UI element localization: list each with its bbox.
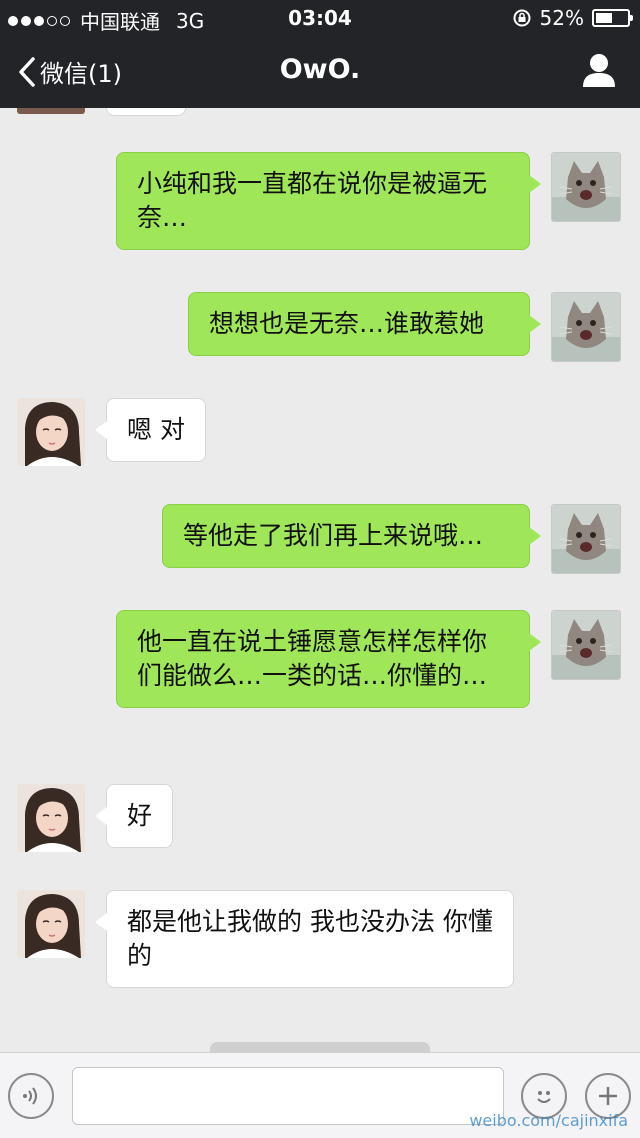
message-bubble[interactable]: 好 bbox=[94, 784, 174, 848]
contact-avatar[interactable] bbox=[17, 398, 85, 466]
contact-avatar[interactable] bbox=[17, 890, 85, 958]
message-bubble[interactable]: 小纯和我一直都在说你是被逼无奈… bbox=[116, 152, 541, 250]
message-input[interactable] bbox=[72, 1067, 504, 1125]
my-avatar[interactable] bbox=[551, 292, 621, 362]
message-bubble[interactable]: 他一直在说土锤愿意怎样怎样你们能做么…一类的话…你懂的… bbox=[116, 610, 541, 708]
status-right: 52% bbox=[512, 6, 633, 30]
plus-icon bbox=[599, 1087, 617, 1105]
voice-icon bbox=[23, 1087, 37, 1105]
watermark: weibo.com/cajinxifa bbox=[469, 1111, 628, 1130]
chat-area[interactable]: 小纯和我一直都在说你是被逼无奈… 想想也是无奈…谁敢惹她 嗯 对 等他走了我们再… bbox=[0, 108, 640, 1052]
contact-avatar[interactable] bbox=[17, 108, 85, 114]
message-bubble-partial[interactable] bbox=[106, 108, 186, 116]
smiley-icon bbox=[537, 1091, 551, 1103]
person-icon bbox=[583, 54, 615, 87]
voice-input-button[interactable] bbox=[8, 1073, 54, 1119]
contact-avatar[interactable] bbox=[17, 784, 85, 852]
nav-bar: 微信(1) OwO. bbox=[0, 36, 640, 108]
input-bar: weibo.com/cajinxifa bbox=[0, 1052, 640, 1138]
chat-info-button[interactable] bbox=[582, 52, 616, 92]
my-avatar[interactable] bbox=[551, 504, 621, 574]
chat-title: OwO. bbox=[279, 54, 361, 85]
my-avatar[interactable] bbox=[551, 152, 621, 222]
status-bar: 中国联通 3G 03:04 52% bbox=[0, 0, 640, 36]
my-avatar[interactable] bbox=[551, 610, 621, 680]
rotation-lock-icon bbox=[513, 9, 531, 27]
battery-percent: 52% bbox=[539, 6, 584, 30]
message-bubble[interactable]: 等他走了我们再上来说哦… bbox=[162, 504, 541, 568]
message-bubble[interactable]: 都是他让我做的 我也没办法 你懂的 bbox=[95, 890, 514, 988]
message-bubble[interactable]: 想想也是无奈…谁敢惹她 bbox=[188, 292, 541, 356]
battery-icon bbox=[592, 9, 633, 27]
message-bubble[interactable]: 嗯 对 bbox=[95, 398, 206, 462]
